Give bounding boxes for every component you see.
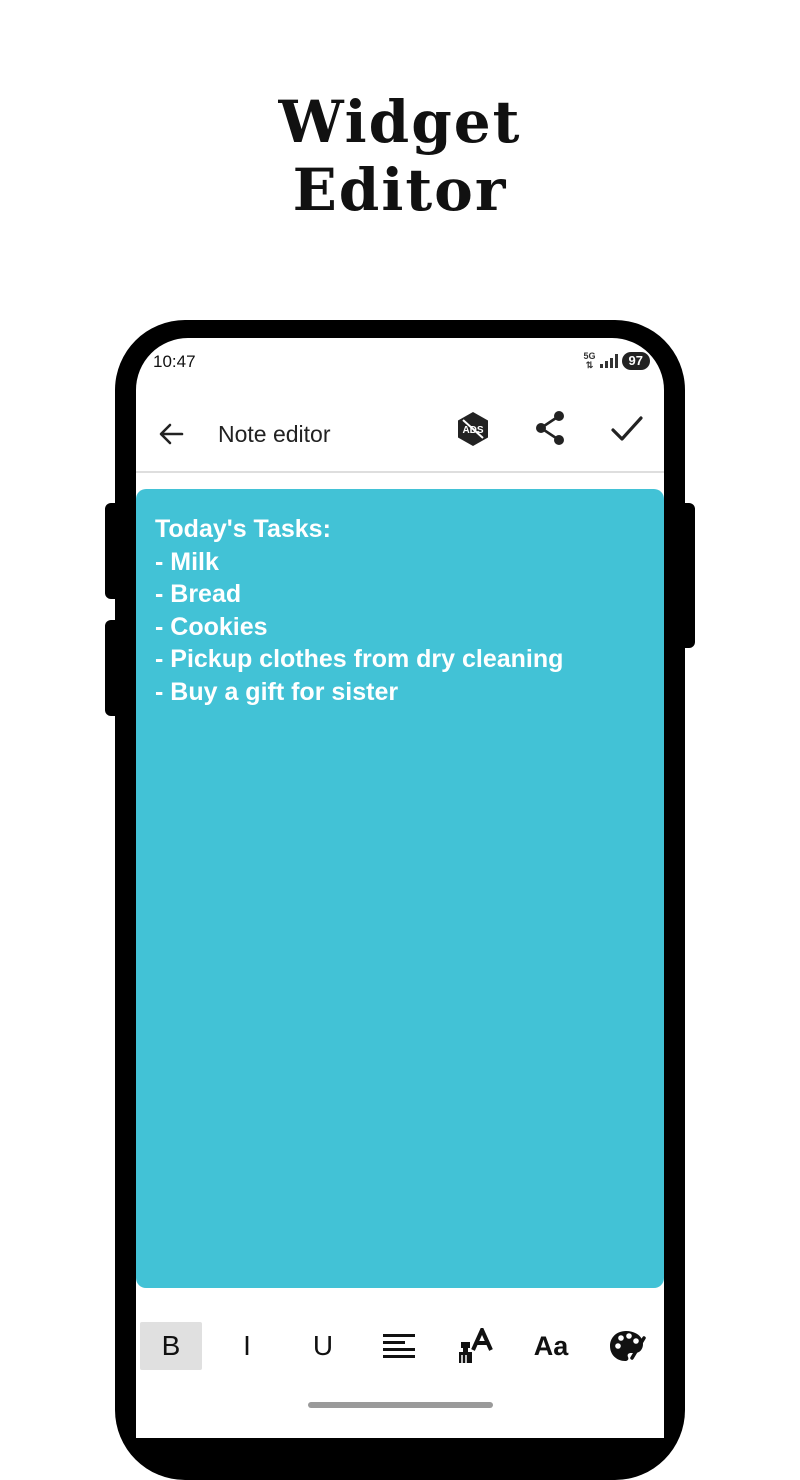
align-left-icon: [383, 1334, 415, 1358]
bold-button[interactable]: B: [140, 1322, 202, 1370]
formatting-toolbar: B I U Aa: [136, 1322, 664, 1374]
page-title: Note editor: [218, 421, 331, 447]
phone-screen: 10:47 5G ⇅ 97 Note editor ADS Today's Ta…: [136, 338, 664, 1438]
share-button[interactable]: [532, 408, 568, 448]
text-color-button[interactable]: [444, 1322, 506, 1370]
save-button[interactable]: [608, 410, 646, 448]
underline-button[interactable]: U: [292, 1322, 354, 1370]
app-bar-divider: [136, 471, 664, 473]
note-text[interactable]: Today's Tasks: - Milk - Bread - Cookies …: [155, 513, 563, 709]
promo-title-line-2: Editor: [292, 156, 508, 224]
share-icon: [536, 411, 564, 445]
bold-label: B: [161, 1330, 181, 1361]
promo-title-line-1: Widget: [278, 88, 522, 156]
palette-button[interactable]: [596, 1322, 658, 1370]
back-button[interactable]: [156, 418, 188, 450]
palette-icon: [610, 1331, 646, 1361]
app-bar: Note editor ADS: [136, 398, 664, 470]
align-button[interactable]: [368, 1322, 430, 1370]
italic-label: I: [243, 1330, 251, 1361]
remove-ads-icon: ADS: [458, 412, 488, 446]
status-time: 10:47: [153, 352, 196, 371]
battery-badge: 97: [621, 352, 650, 370]
arrow-left-icon: [159, 423, 184, 445]
underline-label: U: [312, 1330, 334, 1361]
font-size-button[interactable]: Aa: [520, 1322, 582, 1370]
note-editor-area[interactable]: Today's Tasks: - Milk - Bread - Cookies …: [136, 489, 664, 1288]
promo-title: Widget Editor: [0, 88, 800, 224]
status-icons: 5G ⇅ 97: [584, 352, 650, 370]
ads-label: ADS: [462, 425, 483, 436]
home-indicator[interactable]: [308, 1402, 493, 1408]
signal-icon: [599, 354, 618, 368]
checkmark-icon: [611, 416, 643, 441]
italic-button[interactable]: I: [216, 1322, 278, 1370]
network-icon: 5G ⇅: [583, 351, 596, 370]
remove-ads-button[interactable]: ADS: [454, 410, 492, 448]
text-color-icon: [459, 1328, 493, 1363]
font-size-label: Aa: [533, 1330, 569, 1361]
